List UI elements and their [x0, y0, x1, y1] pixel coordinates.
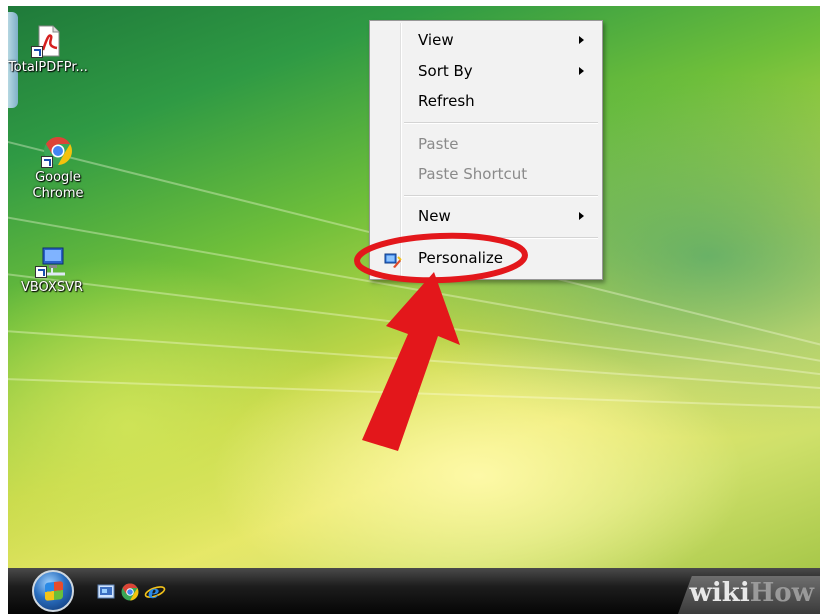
annotation-arrow: [362, 272, 460, 451]
wikihow-watermark: wikiHow: [689, 578, 814, 608]
taskbar: e wikiHow: [8, 568, 820, 614]
annotation-ellipse: [354, 232, 528, 284]
annotation-overlay: [354, 232, 528, 451]
start-orb-icon[interactable]: [32, 570, 74, 612]
show-desktop-icon[interactable]: [96, 582, 116, 602]
internet-explorer-icon[interactable]: e: [144, 582, 166, 603]
chrome-icon[interactable]: [120, 582, 140, 602]
screenshot-frame: TotalPDFPr... Google Chrome VBOXSVR View…: [0, 0, 820, 614]
svg-text:e: e: [148, 582, 159, 602]
